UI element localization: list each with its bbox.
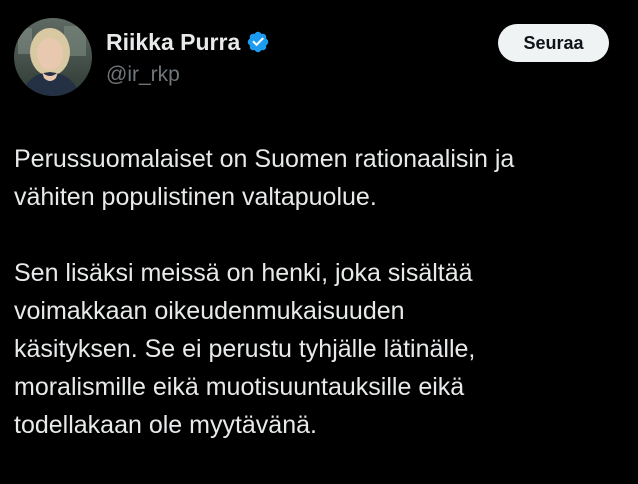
tweet-line: vähiten populistinen valtapuolue.	[14, 183, 377, 211]
follow-button[interactable]: Seuraa	[498, 24, 609, 62]
avatar[interactable]	[14, 18, 92, 96]
tweet-text: Perussuomalaiset on Suomen rationaalisin…	[14, 140, 626, 444]
tweet-paragraph-2: Sen lisäksi meissä on henki, joka sisält…	[14, 254, 626, 444]
tweet-line: käsityksen. Se ei perustu tyhjälle lätin…	[14, 335, 476, 363]
tweet-line: voimakkaan oikeudenmukaisuuden	[14, 297, 405, 325]
tweet-line: todellakaan ole myytävänä.	[14, 411, 317, 439]
tweet-line: Perussuomalaiset on Suomen rationaalisin…	[14, 145, 515, 173]
author-display-name[interactable]: Riikka Purra	[106, 28, 240, 56]
verified-badge-icon	[246, 30, 270, 54]
avatar-photo	[14, 18, 92, 96]
tweet-line: Sen lisäksi meissä on henki, joka sisält…	[14, 259, 473, 287]
tweet-paragraph-1: Perussuomalaiset on Suomen rationaalisin…	[14, 140, 626, 216]
tweet-card: Riikka Purra @ir_rkp Seuraa Perussuomala…	[0, 0, 638, 484]
author-name-row: Riikka Purra	[106, 28, 270, 56]
tweet-line: moralismille eikä muotisuuntauksille eik…	[14, 373, 465, 401]
author-handle[interactable]: @ir_rkp	[106, 62, 180, 88]
